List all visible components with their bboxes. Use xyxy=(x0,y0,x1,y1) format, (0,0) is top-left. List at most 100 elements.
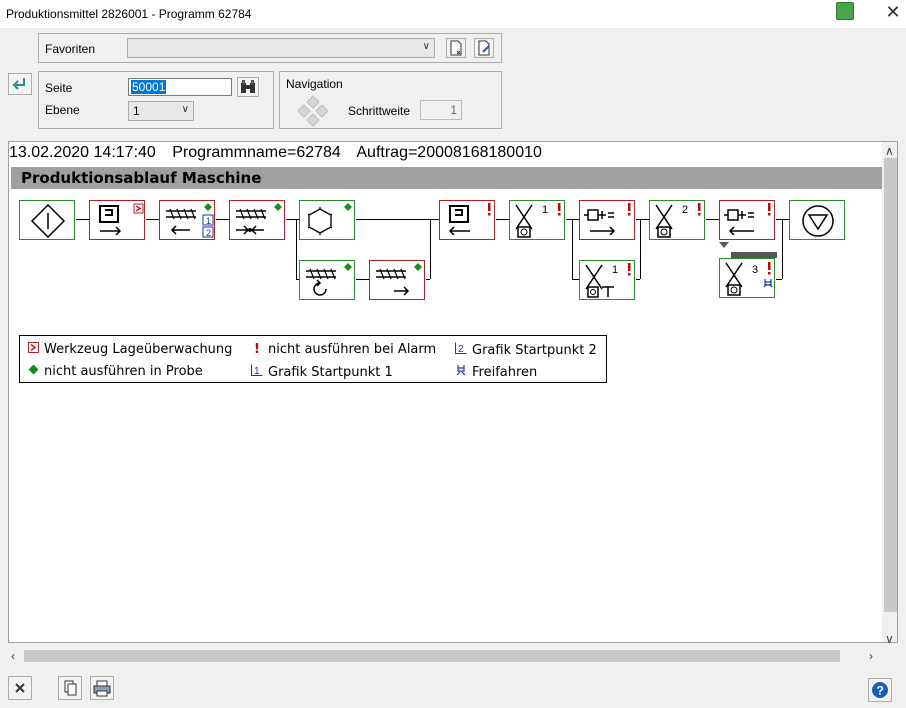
flow-node-conveyor-in[interactable] xyxy=(229,200,285,240)
legend-text: nicht ausführen bei Alarm xyxy=(268,342,437,357)
connector xyxy=(296,219,297,279)
flow-node-end[interactable] xyxy=(789,200,845,240)
flow-node-robot-3[interactable]: 3 xyxy=(719,258,775,298)
navigation-arrows[interactable] xyxy=(296,94,330,128)
robot-number: 2 xyxy=(682,204,688,216)
close-icon[interactable]: ✕ xyxy=(884,3,902,21)
start-diamond-icon xyxy=(30,203,66,239)
legend-text: Grafik Startpunkt 1 xyxy=(268,365,393,380)
legend-text: Grafik Startpunkt 2 xyxy=(472,343,597,358)
seite-value: 50001 xyxy=(131,80,167,94)
startpoint-1-badge: 1 xyxy=(206,216,211,226)
chevron-down-icon: ∨ xyxy=(181,104,189,115)
binoculars-icon xyxy=(241,80,255,93)
schrittweite-input[interactable]: 1 xyxy=(420,100,462,120)
press-right-icon xyxy=(584,203,631,236)
startpoint-2-badge: 2 xyxy=(206,228,211,238)
robot-number: 1 xyxy=(542,204,548,216)
connector xyxy=(146,219,160,220)
connector xyxy=(216,219,230,220)
connector xyxy=(76,219,90,220)
robot-number: 1 xyxy=(612,264,618,276)
navigation-title: Navigation xyxy=(286,77,343,91)
robot-tool-icon: 1 xyxy=(585,263,631,298)
connector xyxy=(572,219,573,279)
probe-icon xyxy=(26,364,40,379)
startpunkt-number: 2 xyxy=(458,344,464,354)
legend-item: Werkzeug Lageüberwachung xyxy=(26,342,232,357)
schrittweite-label: Schrittweite xyxy=(348,104,411,118)
scroll-left-icon[interactable]: ‹ xyxy=(11,649,15,663)
chevron-down-icon: ∨ xyxy=(422,41,430,52)
header-programmname: Programmname=62784 xyxy=(172,144,341,161)
connector xyxy=(356,219,430,220)
svg-text:?: ? xyxy=(877,684,884,698)
connector xyxy=(636,219,650,220)
copy-button[interactable] xyxy=(58,676,82,700)
back-button[interactable] xyxy=(8,73,32,95)
app-icon xyxy=(836,2,854,20)
seite-input[interactable]: 50001 xyxy=(128,78,232,96)
connector xyxy=(636,279,640,280)
snowflake-icon xyxy=(307,203,352,235)
scroll-right-icon[interactable]: › xyxy=(869,649,873,663)
legend-item: 1 Grafik Startpunkt 1 xyxy=(250,364,393,380)
connector xyxy=(566,219,580,220)
ebene-label: Ebene xyxy=(45,103,80,117)
header-line: 13.02.2020 14:17:40 Programmname=62784 A… xyxy=(9,144,554,162)
flow-node-press-right[interactable] xyxy=(579,200,635,240)
flow-node-tool-back[interactable] xyxy=(439,200,495,240)
header-auftrag: Auftrag=20008168180010 xyxy=(356,144,542,161)
flow-node-robot-1[interactable]: 1 xyxy=(509,200,565,240)
print-button[interactable] xyxy=(90,676,114,700)
horizontal-scroll-thumb[interactable] xyxy=(24,650,840,662)
help-button[interactable]: ? xyxy=(868,678,892,702)
legend-item: ! nicht ausführen bei Alarm xyxy=(250,342,436,357)
edit-favorite-button[interactable] xyxy=(474,38,494,58)
legend-item: 2 Grafik Startpunkt 2 xyxy=(454,342,597,358)
search-page-button[interactable] xyxy=(237,77,259,97)
section-title: Produktionsablauf Maschine xyxy=(21,169,262,187)
new-favorite-button[interactable] xyxy=(446,38,466,58)
connector xyxy=(286,219,300,220)
help-icon: ? xyxy=(872,682,888,698)
schrittweite-value: 1 xyxy=(450,103,457,117)
section-bar: Produktionsablauf Maschine xyxy=(11,167,883,189)
flow-node-robot-2[interactable]: 2 xyxy=(649,200,705,240)
connector xyxy=(776,279,782,280)
copy-icon xyxy=(64,680,77,696)
ebene-value: 1 xyxy=(133,104,140,118)
close-button[interactable] xyxy=(8,676,32,700)
return-arrow-icon xyxy=(12,78,25,90)
new-document-icon xyxy=(450,40,462,56)
flow-node-conveyor-rotate[interactable] xyxy=(299,260,355,300)
flow-node-cooling[interactable] xyxy=(299,200,355,240)
content-area: 13.02.2020 14:17:40 Programmname=62784 A… xyxy=(8,141,898,643)
ebene-select[interactable]: 1 ∨ xyxy=(128,101,194,121)
flow-node-tool-position[interactable] xyxy=(89,200,145,240)
conveyor-left-icon: 1 2 xyxy=(166,203,214,238)
tool-back-icon xyxy=(448,203,491,236)
current-step-marker xyxy=(719,242,777,258)
legend-text: nicht ausführen in Probe xyxy=(44,364,203,379)
flow-node-robot-tool[interactable]: 1 xyxy=(579,260,635,300)
flow-node-press-left[interactable] xyxy=(719,200,775,240)
flow-node-conveyor-right[interactable] xyxy=(369,260,425,300)
robot-number: 3 xyxy=(752,264,758,276)
favoriten-select[interactable]: ∨ xyxy=(127,38,435,58)
flow-node-conveyor-left[interactable]: 1 2 xyxy=(159,200,215,240)
scroll-down-icon[interactable]: ∨ xyxy=(885,632,894,646)
connector xyxy=(430,219,431,279)
vertical-scroll-thumb[interactable] xyxy=(884,158,897,612)
conveyor-right-icon xyxy=(376,263,422,296)
marker-arrow-icon xyxy=(719,242,777,258)
legend-item: Freifahren xyxy=(454,364,537,380)
flow-node-start[interactable] xyxy=(19,200,75,240)
navigation-diamond-icon xyxy=(297,95,329,127)
alarm-icon: ! xyxy=(254,342,260,357)
legend-box: Werkzeug Lageüberwachung ! nicht ausführe… xyxy=(19,335,607,383)
scroll-up-icon[interactable]: ∧ xyxy=(885,144,894,158)
startpunkt-number: 1 xyxy=(254,366,260,376)
press-left-icon xyxy=(724,203,771,236)
connector xyxy=(776,219,790,220)
